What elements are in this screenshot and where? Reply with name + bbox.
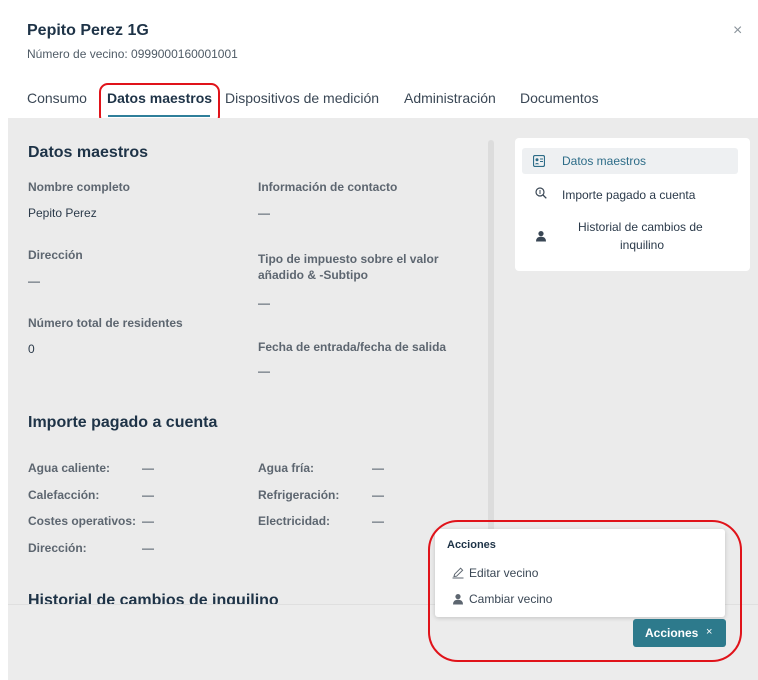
- direccion-label: Dirección: [28, 248, 83, 262]
- tab-dispositivos[interactable]: Dispositivos de medición: [225, 90, 379, 106]
- residentes-label: Número total de residentes: [28, 316, 183, 330]
- electricidad-label: Electricidad:: [258, 514, 331, 528]
- side-item-importe[interactable]: Importe pagado a cuenta: [562, 188, 695, 202]
- agua-fria-value: —: [372, 461, 384, 475]
- calefaccion-value: —: [142, 488, 154, 502]
- tab-consumo[interactable]: Consumo: [27, 90, 87, 106]
- costes-value: —: [142, 514, 154, 528]
- section-title-datos-maestros: Datos maestros: [28, 144, 149, 161]
- electricidad-value: —: [372, 514, 384, 528]
- person-icon: [536, 231, 546, 242]
- costes-label: Costes operativos:: [28, 514, 137, 528]
- residentes-value: 0: [28, 342, 35, 356]
- fecha-label: Fecha de entrada/fecha de salida: [258, 340, 447, 354]
- close-icon[interactable]: ×: [733, 22, 742, 40]
- nombre-value: Pepito Perez: [28, 206, 97, 220]
- agua-caliente-value: —: [142, 461, 154, 475]
- impuesto-label-line1: Tipo de impuesto sobre el valor: [258, 252, 439, 266]
- agua-caliente-label: Agua caliente:: [28, 461, 111, 475]
- nombre-label: Nombre completo: [28, 180, 131, 194]
- tab-documentos[interactable]: Documentos: [520, 90, 599, 106]
- importe-direccion-value: —: [142, 541, 154, 555]
- impuesto-label-line2: añadido & -Subtipo: [258, 268, 368, 282]
- id-card-icon: [533, 155, 545, 167]
- page-title: Pepito Perez 1G: [27, 22, 149, 39]
- calefaccion-label: Calefacción:: [28, 488, 100, 502]
- refrigeracion-label: Refrigeración:: [258, 488, 340, 502]
- contacto-value: —: [258, 206, 270, 220]
- annotation-highlight-actions: [428, 520, 742, 662]
- section-title-importe: Importe pagado a cuenta: [28, 414, 218, 431]
- coin-search-icon: [535, 187, 547, 199]
- importe-direccion-label: Dirección:: [28, 541, 87, 555]
- agua-fria-label: Agua fría:: [258, 461, 315, 475]
- side-item-historial-line1[interactable]: Historial de cambios de: [578, 220, 703, 234]
- side-item-historial-line2[interactable]: inquilino: [620, 238, 664, 252]
- refrigeracion-value: —: [372, 488, 384, 502]
- fecha-value: —: [258, 364, 270, 378]
- direccion-value: —: [28, 274, 40, 288]
- contacto-label: Información de contacto: [258, 180, 398, 194]
- neighbor-number: Número de vecino: 0999000160001001: [27, 47, 238, 61]
- tab-administracion[interactable]: Administración: [404, 90, 496, 106]
- side-item-datos-maestros[interactable]: Datos maestros: [562, 154, 646, 168]
- impuesto-value: —: [258, 296, 270, 310]
